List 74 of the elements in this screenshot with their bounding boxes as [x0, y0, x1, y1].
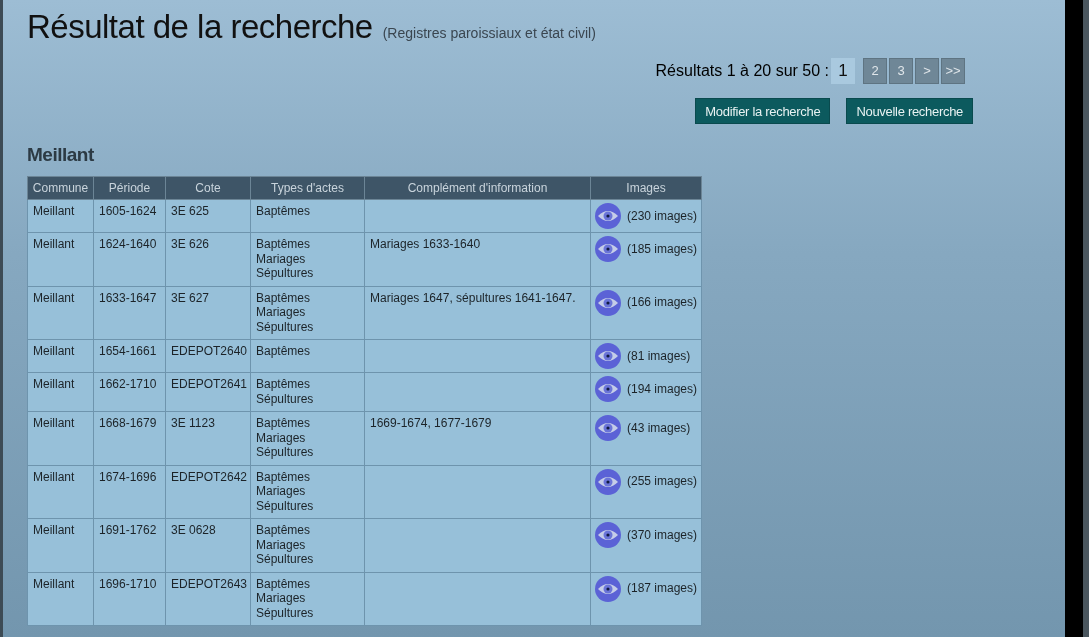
- image-count: (43 images): [627, 420, 691, 436]
- table-cell: 3E 627: [165, 286, 251, 340]
- modify-search-button[interactable]: Modifier la recherche: [695, 98, 831, 124]
- eye-icon[interactable]: [595, 203, 621, 229]
- table-cell: EDEPOT2642: [165, 465, 251, 519]
- table-cell: 3E 625: [165, 199, 251, 233]
- table-cell: Meillant: [27, 339, 94, 373]
- table-cell: EDEPOT2643: [165, 572, 251, 626]
- table-cell: EDEPOT2640: [165, 339, 251, 373]
- column-header: Période: [93, 176, 166, 200]
- table-cell: 3E 0628: [165, 518, 251, 572]
- page-title: Résultat de la recherche: [27, 8, 373, 46]
- page-subtitle: (Registres paroissiaux et état civil): [382, 25, 596, 41]
- image-count: (230 images): [627, 208, 697, 224]
- table-cell: Meillant: [27, 286, 94, 340]
- section-title: Meillant: [27, 144, 95, 166]
- table-cell: Meillant: [27, 465, 94, 519]
- table-cell: 1633-1647: [93, 286, 166, 340]
- image-count: (187 images): [627, 581, 697, 596]
- column-header: Complément d'information: [364, 176, 591, 200]
- table-cell: Meillant: [27, 411, 94, 465]
- new-search-button[interactable]: Nouvelle recherche: [846, 98, 973, 124]
- eye-icon[interactable]: [595, 236, 621, 262]
- table-cell: 1624-1640: [93, 232, 166, 286]
- image-count: (370 images): [627, 527, 697, 543]
- eye-icon[interactable]: [595, 289, 621, 316]
- eye-icon[interactable]: [595, 343, 621, 369]
- column-header: Cote: [165, 176, 251, 200]
- image-count: (81 images): [627, 348, 691, 364]
- table-cell: Baptêmes Mariages Sépultures: [250, 465, 365, 519]
- eye-icon[interactable]: [595, 522, 621, 548]
- image-count: (255 images): [627, 474, 697, 489]
- image-count: (166 images): [627, 295, 697, 310]
- table-cell: 3E 626: [165, 232, 251, 286]
- table-cell: 1696-1710: [93, 572, 166, 626]
- table-cell: Mariages 1647, sépultures 1641-1647.: [364, 286, 591, 340]
- page-link[interactable]: 3: [889, 58, 913, 84]
- eye-icon[interactable]: [595, 376, 621, 402]
- table-cell: Baptêmes: [250, 339, 365, 373]
- table-cell: 1669-1674, 1677-1679: [364, 411, 591, 465]
- table-cell: Baptêmes Mariages Sépultures: [250, 411, 365, 465]
- table-cell: Meillant: [27, 372, 94, 412]
- table-cell: Baptêmes Mariages Sépultures: [250, 286, 365, 340]
- table-cell: 3E 1123: [165, 411, 251, 465]
- table-cell: 1605-1624: [93, 199, 166, 233]
- eye-icon[interactable]: [595, 468, 621, 495]
- page-link[interactable]: 2: [863, 58, 887, 84]
- table-cell: Meillant: [27, 572, 94, 626]
- column-header: Images: [590, 176, 702, 200]
- table-cell: 1654-1661: [93, 339, 166, 373]
- table-cell: Baptêmes Mariages Sépultures: [250, 518, 365, 572]
- table-cell: Baptêmes: [250, 199, 365, 233]
- table-cell: Meillant: [27, 518, 94, 572]
- table-cell: 1668-1679: [93, 411, 166, 465]
- table-cell: Baptêmes Mariages Sépultures: [250, 232, 365, 286]
- table-cell: Baptêmes Mariages Sépultures: [250, 572, 365, 626]
- table-cell: EDEPOT2641: [165, 372, 251, 412]
- column-header: Commune: [27, 176, 94, 200]
- column-header: Types d'actes: [250, 176, 365, 200]
- table-cell: Meillant: [27, 199, 94, 233]
- page-link[interactable]: >>: [941, 58, 965, 84]
- table-cell: Meillant: [27, 232, 94, 286]
- image-count: (194 images): [627, 381, 697, 397]
- eye-icon[interactable]: [595, 415, 621, 441]
- table-cell: Baptêmes Sépultures: [250, 372, 365, 412]
- results-summary: Résultats 1 à 20 sur 50 :: [655, 62, 829, 80]
- page-link[interactable]: >: [915, 58, 939, 84]
- eye-icon[interactable]: [595, 575, 621, 602]
- table-cell: 1691-1762: [93, 518, 166, 572]
- table-cell: 1662-1710: [93, 372, 166, 412]
- table-cell: 1674-1696: [93, 465, 166, 519]
- table-cell: Mariages 1633-1640: [364, 232, 591, 286]
- page-link[interactable]: 1: [831, 58, 855, 84]
- image-count: (185 images): [627, 241, 697, 257]
